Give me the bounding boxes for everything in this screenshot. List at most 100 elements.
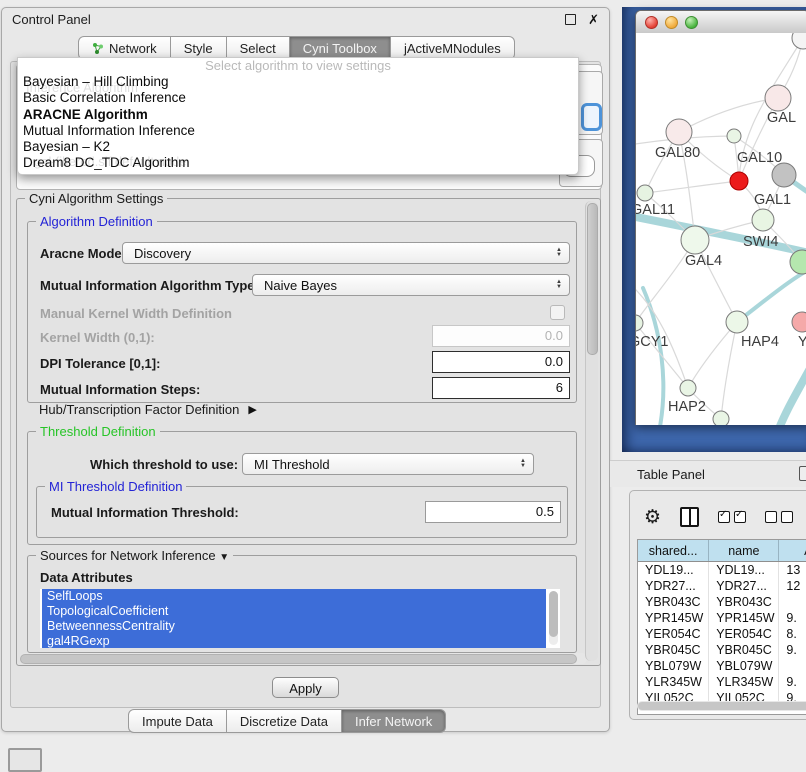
network-node[interactable] [713, 411, 729, 425]
minimized-panel-icon[interactable] [8, 748, 42, 772]
table-row[interactable]: YBL079WYBL079W [638, 658, 806, 674]
bottom-tab-discretize-data[interactable]: Discretize Data [227, 709, 342, 733]
network-edge[interactable] [777, 363, 806, 425]
checked-pair-icon[interactable] [718, 511, 746, 523]
network-node-hap2[interactable] [680, 380, 696, 396]
table-cell: 9. [779, 674, 806, 690]
column-header-shared[interactable]: shared... [638, 540, 709, 561]
table-cell: YDR27... [709, 578, 779, 594]
bottom-tab-infer-network[interactable]: Infer Network [342, 709, 446, 733]
zoom-traffic-light-icon[interactable] [685, 16, 698, 29]
node-label-gal80: GAL80 [655, 145, 700, 161]
unchecked-pair-icon[interactable] [765, 511, 793, 523]
algorithm-option-bayesian-hill-climbing[interactable]: Bayesian – Hill Climbing [18, 74, 578, 90]
manual-kernel-width-checkbox[interactable] [550, 305, 565, 320]
table-cell: YPR145W [709, 610, 779, 626]
close-icon[interactable]: ✗ [588, 13, 599, 26]
data-attributes-list[interactable]: SelfLoopsTopologicalCoefficientBetweenne… [40, 589, 560, 648]
dpi-tolerance-label: DPI Tolerance [0,1]: [40, 356, 160, 371]
attribute-item-selfloops[interactable]: SelfLoops [42, 589, 546, 604]
restore-icon[interactable] [565, 14, 576, 25]
mi-steps-field[interactable]: 6 [432, 377, 570, 399]
mi-algorithm-type-combo[interactable]: Naive Bayes ▲▼ [252, 274, 570, 296]
mi-algorithm-type-label: Mutual Information Algorithm Type: [40, 278, 259, 293]
table-row[interactable]: YBR043CYBR043C [638, 594, 806, 610]
network-node-y[interactable] [792, 312, 806, 332]
aracne-mode-combo[interactable]: Discovery ▲▼ [122, 242, 570, 264]
attribute-item-betweennesscentrality[interactable]: BetweennessCentrality [42, 619, 546, 634]
kernel-width-field[interactable]: 0.0 [432, 325, 570, 347]
cyni-bottom-tabbar: Impute DataDiscretize DataInfer Network [128, 709, 446, 733]
table-row[interactable]: YLR345WYLR345W9. [638, 674, 806, 690]
hub-transcription-label: Hub/Transcription Factor Definition [39, 402, 239, 417]
attribute-item-topologicalcoefficient[interactable]: TopologicalCoefficient [42, 604, 546, 619]
network-edge[interactable] [721, 322, 737, 419]
table-cell: 9. [779, 642, 806, 658]
attributes-vscrollbar[interactable] [549, 591, 558, 645]
expanded-arrow-icon[interactable]: ▼ [219, 552, 229, 563]
network-node-gal10[interactable] [727, 129, 741, 143]
node-label-gal4: GAL4 [685, 253, 722, 269]
network-edge[interactable] [688, 322, 737, 388]
algorithm-option-aracne-algorithm[interactable]: ARACNE Algorithm [18, 107, 578, 123]
column-header-a[interactable]: A [779, 540, 806, 561]
table-row[interactable]: YDR27...YDR27...12 [638, 578, 806, 594]
network-graph[interactable]: GALGAL80GAL10GAL11GAL1SWI4GAL4GCY1HAP4YH… [636, 33, 806, 425]
table-cell: YBR043C [709, 594, 779, 610]
table-row[interactable]: YDL19...YDL19...13 [638, 562, 806, 578]
node-label-gal: GAL [767, 110, 796, 126]
network-node-swi4[interactable] [790, 250, 806, 274]
network-node-gal11[interactable] [637, 185, 653, 201]
node-label-gcy1: GCY1 [636, 334, 669, 350]
table-row[interactable]: YPR145WYPR145W9. [638, 610, 806, 626]
network-node[interactable] [730, 172, 748, 190]
network-node[interactable] [792, 33, 806, 49]
network-edge[interactable] [645, 181, 739, 193]
network-node-gal80[interactable] [666, 119, 692, 145]
gear-icon[interactable]: ⚙ [644, 508, 661, 527]
node-label-y: Y [798, 334, 806, 350]
control-panel-tabbar: NetworkStyleSelectCyni ToolboxjActiveMNo… [78, 36, 515, 58]
bottom-tab-impute-data[interactable]: Impute Data [128, 709, 227, 733]
attribute-item-gal4rgexp[interactable]: gal4RGexp [42, 634, 546, 648]
hub-transcription-expander[interactable]: Hub/Transcription Factor Definition ▶ [39, 402, 257, 417]
algorithm-option-basic-correlation-inference[interactable]: Basic Correlation Inference [18, 90, 578, 106]
algorithm-option-mutual-information-inference[interactable]: Mutual Information Inference [18, 123, 578, 139]
table-cell: YBR043C [638, 594, 709, 610]
node-label-hap2: HAP2 [668, 399, 706, 415]
table-hscrollbar[interactable] [637, 701, 806, 711]
network-canvas[interactable]: GALGAL80GAL10GAL11GAL1SWI4GAL4GCY1HAP4YH… [636, 33, 806, 425]
mi-threshold-field[interactable]: 0.5 [425, 501, 561, 523]
minimize-traffic-light-icon[interactable] [665, 16, 678, 29]
network-node[interactable] [772, 163, 796, 187]
column-view-icon[interactable] [680, 507, 699, 527]
focused-combo-fragment[interactable] [581, 103, 602, 131]
table-row[interactable]: YER054CYER054C8. [638, 626, 806, 642]
settings-hscrollbar[interactable] [20, 653, 587, 664]
which-threshold-value: MI Threshold [254, 457, 330, 472]
mi-threshold-definition-group: MI Threshold Definition Mutual Informati… [36, 486, 568, 538]
table-panel-dock-icon[interactable] [799, 466, 806, 481]
settings-vscrollbar[interactable] [585, 201, 598, 661]
network-node-hap4[interactable] [726, 311, 748, 333]
table-panel-titlebar: Table Panel [610, 460, 806, 487]
node-label-gal10: GAL10 [737, 150, 782, 166]
algorithm-dropdown-popup: Inference Algorithm gal-filtered.sif def… [17, 57, 579, 175]
column-header-name[interactable]: name [709, 540, 779, 561]
table-cell: YER054C [638, 626, 709, 642]
table-panel: ⚙ shared...nameA YDL19...YDL19...13YDR27… [629, 490, 806, 720]
apply-button[interactable]: Apply [272, 677, 339, 698]
algorithm-option-dream8-dc-tdc-algorithm[interactable]: Dream8 DC_TDC Algorithm [18, 155, 578, 171]
network-node-gcy1[interactable] [636, 315, 643, 331]
dpi-tolerance-field[interactable]: 0.0 [432, 351, 570, 373]
network-node-gal[interactable] [765, 85, 791, 111]
algorithm-option-bayesian-k2[interactable]: Bayesian – K2 [18, 139, 578, 155]
network-node-gal4[interactable] [681, 226, 709, 254]
network-node-gal1[interactable] [752, 209, 774, 231]
which-threshold-combo[interactable]: MI Threshold ▲▼ [242, 453, 534, 475]
cyni-settings-legend: Cyni Algorithm Settings [25, 191, 167, 206]
table-row[interactable]: YBR045CYBR045C9. [638, 642, 806, 658]
network-window-titlebar[interactable] [636, 11, 806, 34]
close-traffic-light-icon[interactable] [645, 16, 658, 29]
which-threshold-label: Which threshold to use: [90, 457, 238, 472]
